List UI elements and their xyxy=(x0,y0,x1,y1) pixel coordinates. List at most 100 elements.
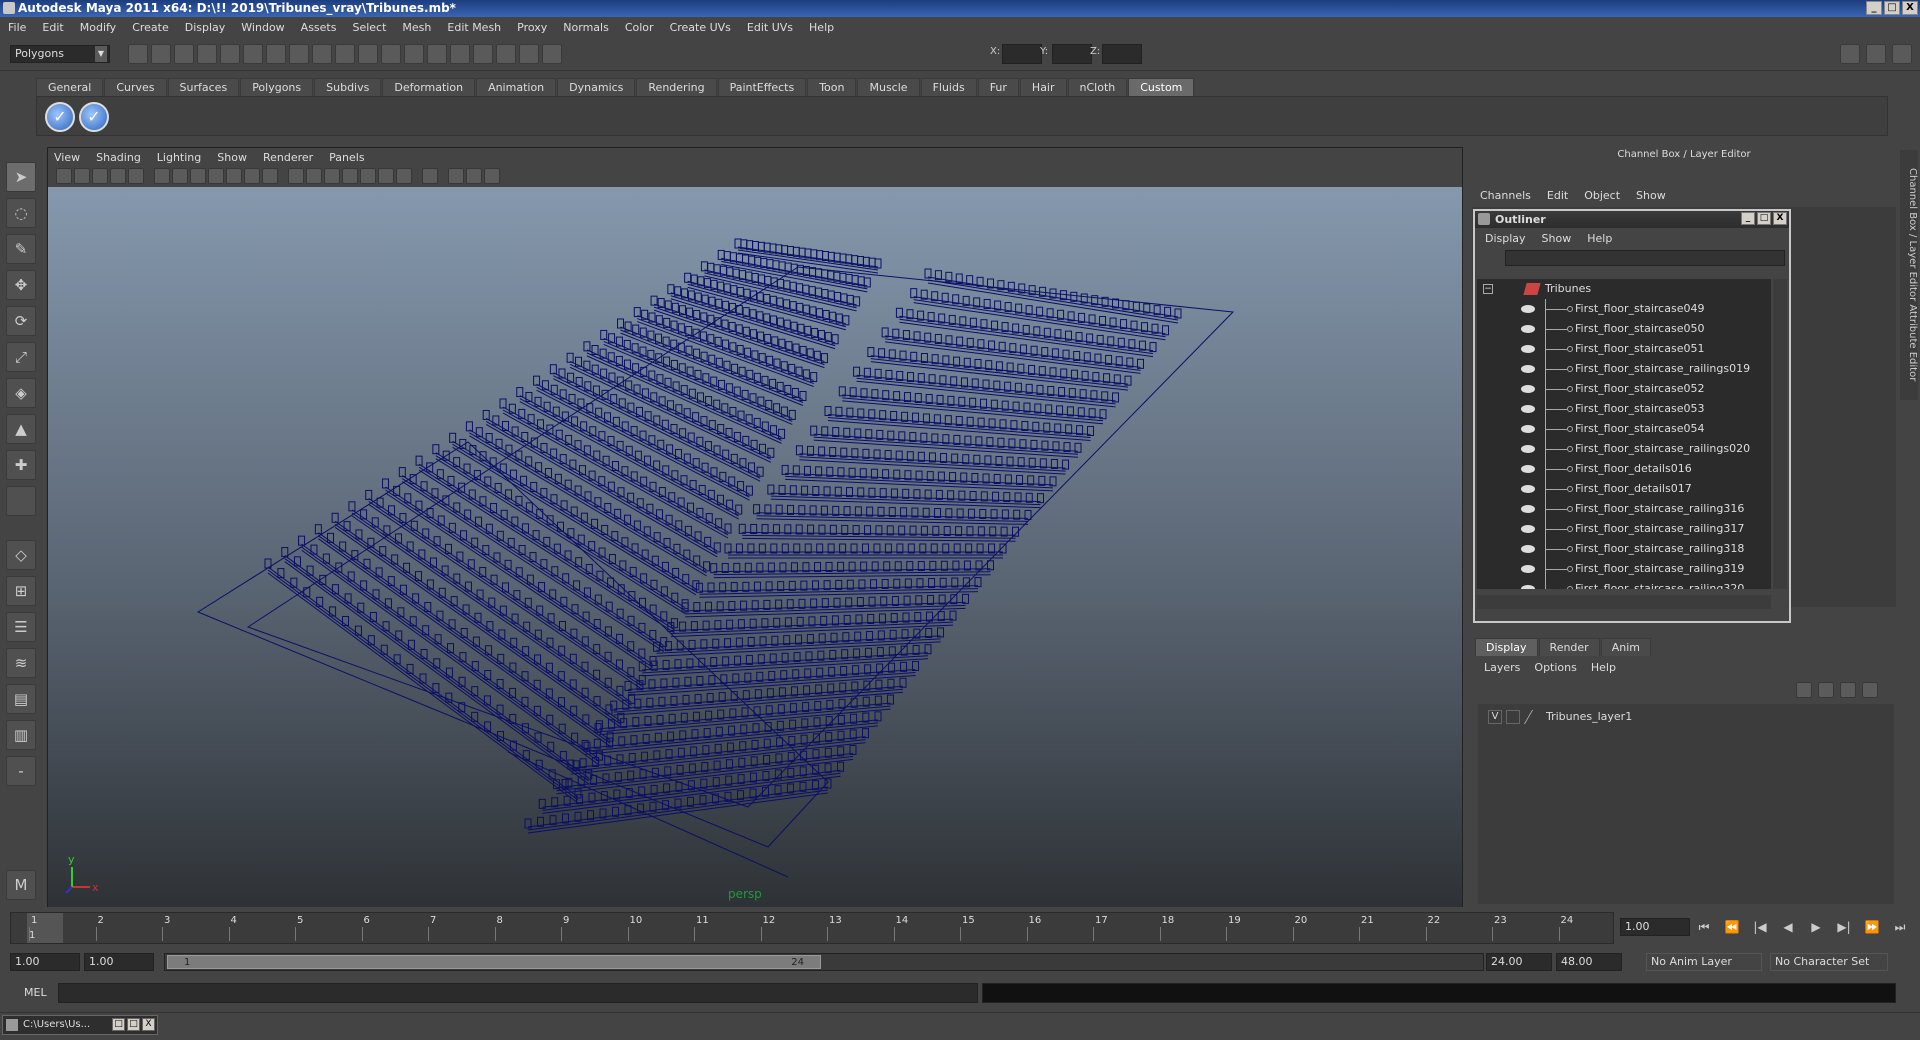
menu-file[interactable]: File xyxy=(8,21,26,34)
tree-item[interactable]: First_floor_staircase_railing316 xyxy=(1477,499,1771,519)
shelf-tab-polygons[interactable]: Polygons xyxy=(240,78,314,96)
xray-joints-icon[interactable] xyxy=(466,168,482,184)
tree-item[interactable]: First_floor_staircase054 xyxy=(1477,419,1771,439)
input-ops-icon[interactable] xyxy=(496,44,516,64)
safe-action-icon[interactable] xyxy=(244,168,260,184)
step-forward-frame-icon[interactable]: ▶| xyxy=(1834,918,1854,936)
tree-item[interactable]: First_floor_staircase053 xyxy=(1477,399,1771,419)
select-hierarchy-icon[interactable] xyxy=(197,44,217,64)
menu-edit-mesh[interactable]: Edit Mesh xyxy=(447,21,501,34)
tree-item[interactable]: First_floor_staircase051 xyxy=(1477,339,1771,359)
move-layer-up-icon[interactable] xyxy=(1796,682,1812,698)
play-forwards-icon[interactable]: ▶ xyxy=(1806,918,1826,936)
manipulator-tool-icon[interactable]: ◈ xyxy=(6,378,36,408)
tree-item[interactable]: First_floor_staircase_railings019 xyxy=(1477,359,1771,379)
save-scene-icon[interactable] xyxy=(174,44,194,64)
maximize-button[interactable]: □ xyxy=(127,1018,140,1031)
layout-divider-icon[interactable]: - xyxy=(6,756,36,786)
tree-root-row[interactable]: − Tribunes xyxy=(1477,279,1771,299)
snap-curve-icon[interactable] xyxy=(289,44,309,64)
shelf-tab-muscle[interactable]: Muscle xyxy=(857,78,920,96)
shelf-tab-rendering[interactable]: Rendering xyxy=(636,78,717,96)
snap-grid-icon[interactable] xyxy=(266,44,286,64)
outliner-vertical-scrollbar[interactable] xyxy=(1773,279,1787,589)
animation-end-field[interactable]: 48.00 xyxy=(1556,953,1622,971)
layer-visibility-toggle[interactable]: V xyxy=(1488,710,1502,724)
safe-title-icon[interactable] xyxy=(262,168,278,184)
menu-normals[interactable]: Normals xyxy=(563,21,609,34)
restore-button[interactable]: □ xyxy=(112,1018,125,1031)
render-view-icon[interactable] xyxy=(542,44,562,64)
minimize-button[interactable]: _ xyxy=(1866,1,1882,15)
x-field[interactable] xyxy=(1002,44,1042,64)
single-perspective-layout-icon[interactable]: ◇ xyxy=(6,540,36,570)
menu-mesh[interactable]: Mesh xyxy=(402,21,431,34)
soft-mod-tool-icon[interactable]: ▲ xyxy=(6,414,36,444)
tool-settings-toggle-icon[interactable] xyxy=(1892,44,1912,64)
checkmark-icon[interactable]: ✓ xyxy=(79,102,109,132)
resolution-gate-icon[interactable] xyxy=(190,168,206,184)
new-empty-layer-icon[interactable] xyxy=(1840,682,1856,698)
tree-item[interactable]: First_floor_staircase_railing319 xyxy=(1477,559,1771,579)
outliner-title-bar[interactable]: Outliner _ □ X xyxy=(1475,211,1789,228)
layer-menu-options[interactable]: Options xyxy=(1534,661,1576,674)
anim-layer-dropdown[interactable]: No Anim Layer xyxy=(1646,953,1762,971)
isolate-select-icon[interactable] xyxy=(422,168,438,184)
all-lights-icon[interactable] xyxy=(378,168,394,184)
hypershade-layout-icon[interactable]: ▤ xyxy=(6,684,36,714)
shelf-tab-deformation[interactable]: Deformation xyxy=(382,78,476,96)
paint-select-tool-icon[interactable]: ✎ xyxy=(6,234,36,264)
tree-item[interactable]: First_floor_staircase_railing318 xyxy=(1477,539,1771,559)
shelf-tab-hair[interactable]: Hair xyxy=(1019,78,1067,96)
channel-menu-channels[interactable]: Channels xyxy=(1480,189,1531,202)
tree-item[interactable]: First_floor_staircase_railing317 xyxy=(1477,519,1771,539)
make-live-icon[interactable] xyxy=(358,44,378,64)
open-scene-icon[interactable] xyxy=(151,44,171,64)
shelf-tab-subdivs[interactable]: Subdivs xyxy=(314,78,382,96)
menu-window[interactable]: Window xyxy=(241,21,284,34)
shelf-tab-animation[interactable]: Animation xyxy=(476,78,557,96)
layer-display-type-toggle[interactable] xyxy=(1506,710,1520,724)
shelf-tab-general[interactable]: General xyxy=(36,78,104,96)
minimized-window[interactable]: C:\Users\Us... □ □ X xyxy=(2,1015,158,1035)
shelf-tab-toon[interactable]: Toon xyxy=(807,78,857,96)
smooth-shade-icon[interactable] xyxy=(306,168,322,184)
viewport-menu-view[interactable]: View xyxy=(54,151,80,164)
channel-menu-edit[interactable]: Edit xyxy=(1547,189,1568,202)
range-slider-thumb[interactable]: 1 24 xyxy=(167,955,821,969)
snap-plane-icon[interactable] xyxy=(335,44,355,64)
animation-start-field[interactable]: 1.00 xyxy=(10,953,80,971)
field-chart-icon[interactable] xyxy=(226,168,242,184)
side-tabs[interactable]: Channel Box / Layer Editor Attribute Edi… xyxy=(1900,150,1918,400)
go-to-start-icon[interactable]: ⏮ xyxy=(1694,918,1714,936)
show-manipulator-icon[interactable]: ✚ xyxy=(6,450,36,480)
outliner-menu-show[interactable]: Show xyxy=(1542,232,1572,245)
share-icon[interactable] xyxy=(484,168,500,184)
y-field[interactable] xyxy=(1052,44,1092,64)
grease-pencil-icon[interactable] xyxy=(128,168,144,184)
shelf-tab-fluids[interactable]: Fluids xyxy=(920,78,977,96)
render-frame-icon[interactable] xyxy=(404,44,424,64)
persp-outliner-layout-icon[interactable]: ☰ xyxy=(6,612,36,642)
menu-assets[interactable]: Assets xyxy=(301,21,337,34)
viewport-menu-renderer[interactable]: Renderer xyxy=(263,151,313,164)
shelf-tab-surfaces[interactable]: Surfaces xyxy=(167,78,240,96)
menu-edit[interactable]: Edit xyxy=(42,21,63,34)
menu-modify[interactable]: Modify xyxy=(80,21,116,34)
channel-menu-object[interactable]: Object xyxy=(1584,189,1620,202)
step-back-key-icon[interactable]: ⏪ xyxy=(1722,918,1742,936)
outliner-minimize-button[interactable]: _ xyxy=(1741,212,1755,225)
show-hide-icon[interactable] xyxy=(519,44,539,64)
viewport-canvas[interactable]: persp x y xyxy=(48,187,1462,907)
camera-attributes-icon[interactable] xyxy=(56,168,72,184)
render-settings-icon[interactable] xyxy=(450,44,470,64)
menu-set-dropdown[interactable]: Polygons ▼ xyxy=(10,45,110,63)
collapse-icon[interactable]: − xyxy=(1483,284,1493,294)
tree-item[interactable]: First_floor_details016 xyxy=(1477,459,1771,479)
persp-graph-layout-icon[interactable]: ≋ xyxy=(6,648,36,678)
current-frame-field[interactable]: 1.00 xyxy=(1620,918,1690,936)
layer-menu-help[interactable]: Help xyxy=(1591,661,1616,674)
outliner-horizontal-scrollbar[interactable] xyxy=(1477,595,1771,609)
persp-graph-outliner-layout-icon[interactable]: ▥ xyxy=(6,720,36,750)
step-back-frame-icon[interactable]: |◀ xyxy=(1750,918,1770,936)
